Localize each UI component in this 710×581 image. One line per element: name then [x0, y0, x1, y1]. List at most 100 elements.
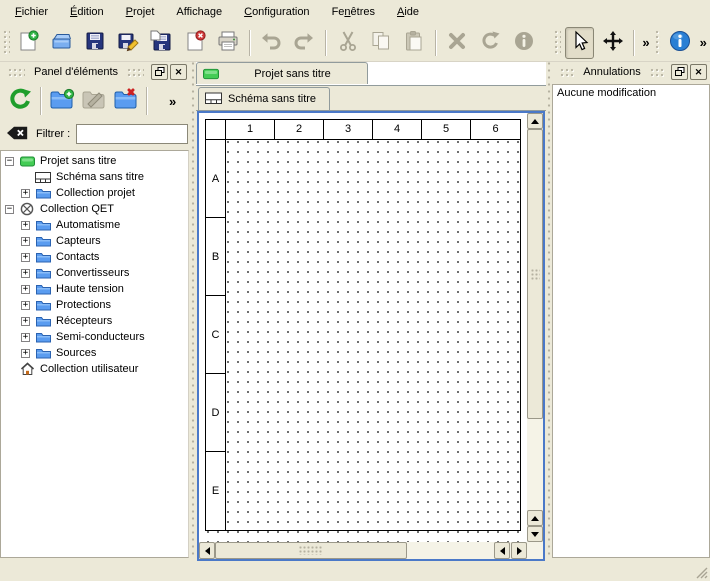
save-all-button[interactable]	[147, 27, 176, 59]
save-as-button[interactable]	[114, 27, 143, 59]
undo-panel-titlebar[interactable]: Annulations ✕	[552, 62, 710, 82]
tree-item-convertisseurs[interactable]: +Convertisseurs	[1, 265, 188, 281]
cut-button[interactable]	[333, 27, 362, 59]
tree-item-schema[interactable]: Schéma sans titre	[1, 169, 188, 185]
status-bar	[0, 562, 710, 581]
undo-button[interactable]	[257, 27, 286, 59]
info-blue-icon	[669, 30, 691, 55]
delete-category-button[interactable]	[110, 85, 142, 117]
tree-item-recepteurs[interactable]: +Récepteurs	[1, 313, 188, 329]
float-icon	[675, 67, 685, 77]
dock-close-button[interactable]: ✕	[690, 64, 707, 80]
scroll-left-button-2[interactable]	[494, 542, 510, 559]
close-document-button[interactable]	[180, 27, 209, 59]
expand-toggle[interactable]: +	[21, 285, 30, 294]
resize-grip[interactable]	[694, 565, 708, 579]
expand-toggle[interactable]: +	[21, 301, 30, 310]
new-category-button[interactable]	[46, 85, 78, 117]
menu-aide[interactable]: Aide	[386, 3, 430, 21]
folder-icon	[35, 330, 51, 344]
tree-item-project[interactable]: −Projet sans titre	[1, 153, 188, 169]
tree-item-sources[interactable]: +Sources	[1, 345, 188, 361]
expand-toggle[interactable]: +	[21, 189, 30, 198]
dock-float-button[interactable]	[671, 64, 688, 80]
menu-fichier[interactable]: Fichier	[4, 3, 59, 21]
collapse-toggle[interactable]: −	[5, 157, 14, 166]
project-tab[interactable]: Projet sans titre	[196, 62, 368, 84]
tree-item-contacts[interactable]: +Contacts	[1, 249, 188, 265]
menu-configuration[interactable]: Configuration	[233, 3, 320, 21]
save-button[interactable]	[80, 27, 109, 59]
reload-collections-button[interactable]	[4, 85, 36, 117]
move-mode-button[interactable]	[598, 27, 627, 59]
paste-button[interactable]	[399, 27, 428, 59]
scroll-right-button[interactable]	[511, 542, 527, 559]
scroll-down-button[interactable]	[527, 526, 543, 542]
expand-toggle[interactable]: +	[21, 333, 30, 342]
open-document-button[interactable]	[47, 27, 76, 59]
up-arrow-icon	[531, 119, 539, 124]
print-button[interactable]	[213, 27, 242, 59]
tree-item-automatisme[interactable]: +Automatisme	[1, 217, 188, 233]
toolbar-overflow-button[interactable]: »	[697, 35, 710, 50]
undo-list-item[interactable]: Aucune modification	[553, 85, 709, 102]
filter-input[interactable]	[76, 124, 188, 144]
edit-category-button[interactable]	[78, 85, 110, 117]
copy-button[interactable]	[366, 27, 395, 59]
undo-history-list[interactable]: Aucune modification	[552, 84, 710, 558]
expand-toggle[interactable]: +	[21, 269, 30, 278]
menu-projet[interactable]: Projet	[115, 3, 166, 21]
delete-button[interactable]	[443, 27, 472, 59]
conductor-info-button[interactable]	[509, 27, 538, 59]
menu-edition[interactable]: Édition	[59, 3, 115, 21]
toolbar-drag-handle[interactable]	[3, 30, 10, 56]
tree-item-collection-utilisateur[interactable]: Collection utilisateur	[1, 361, 188, 377]
select-mode-button[interactable]	[565, 27, 594, 59]
diagram-canvas[interactable]: 1 2 3 4 5 6 A B C D E	[199, 113, 527, 542]
tree-item-collection-qet[interactable]: −Collection QET	[1, 201, 188, 217]
folder-icon	[35, 186, 51, 200]
expand-toggle[interactable]: +	[21, 317, 30, 326]
tree-item-semi-conducteurs[interactable]: +Semi-conducteurs	[1, 329, 188, 345]
schema-tab[interactable]: Schéma sans titre	[198, 87, 330, 110]
vertical-scroll-thumb[interactable]	[527, 129, 543, 419]
tree-item-capteurs[interactable]: +Capteurs	[1, 233, 188, 249]
folder-icon	[35, 298, 51, 312]
expand-toggle[interactable]: +	[21, 349, 30, 358]
menu-fenetres[interactable]: Fenêtres	[321, 3, 386, 21]
toolbar-drag-handle[interactable]	[655, 30, 662, 56]
dock-close-button[interactable]: ✕	[170, 64, 187, 80]
horizontal-scroll-thumb[interactable]	[215, 542, 407, 559]
clear-filter-icon[interactable]	[6, 126, 28, 143]
toolbar-overflow-button[interactable]: »	[639, 35, 652, 50]
about-info-button[interactable]	[665, 27, 694, 59]
left-arrow-icon	[205, 547, 210, 555]
expand-toggle[interactable]: +	[21, 221, 30, 230]
scroll-left-button[interactable]	[199, 542, 215, 559]
tree-item-protections[interactable]: +Protections	[1, 297, 188, 313]
column-header-row: 1 2 3 4 5 6	[206, 120, 520, 140]
elements-panel-titlebar[interactable]: Panel d'éléments ✕	[0, 62, 190, 82]
collapse-toggle[interactable]: −	[5, 205, 14, 214]
new-document-button[interactable]	[14, 27, 43, 59]
expand-toggle[interactable]: +	[21, 253, 30, 262]
rotate-button[interactable]	[476, 27, 505, 59]
toolbar-drag-handle[interactable]	[554, 30, 561, 56]
redo-button[interactable]	[290, 27, 319, 59]
folder-new-icon	[49, 88, 75, 115]
vertical-scrollbar[interactable]	[527, 113, 543, 542]
scroll-up-button[interactable]	[527, 113, 543, 129]
panel-overflow-button[interactable]: »	[166, 94, 179, 109]
expand-toggle[interactable]: +	[21, 237, 30, 246]
copy-icon	[370, 30, 392, 55]
tree-item-collection-projet[interactable]: +Collection projet	[1, 185, 188, 201]
scroll-up-button-2[interactable]	[527, 510, 543, 526]
folder-edit-icon	[81, 88, 107, 115]
row-header: D	[206, 374, 226, 452]
menu-affichage[interactable]: Affichage	[165, 3, 233, 21]
up-arrow-icon	[531, 516, 539, 521]
project-icon	[203, 67, 219, 81]
horizontal-scrollbar[interactable]	[199, 542, 527, 559]
dock-float-button[interactable]	[151, 64, 168, 80]
tree-item-haute-tension[interactable]: +Haute tension	[1, 281, 188, 297]
